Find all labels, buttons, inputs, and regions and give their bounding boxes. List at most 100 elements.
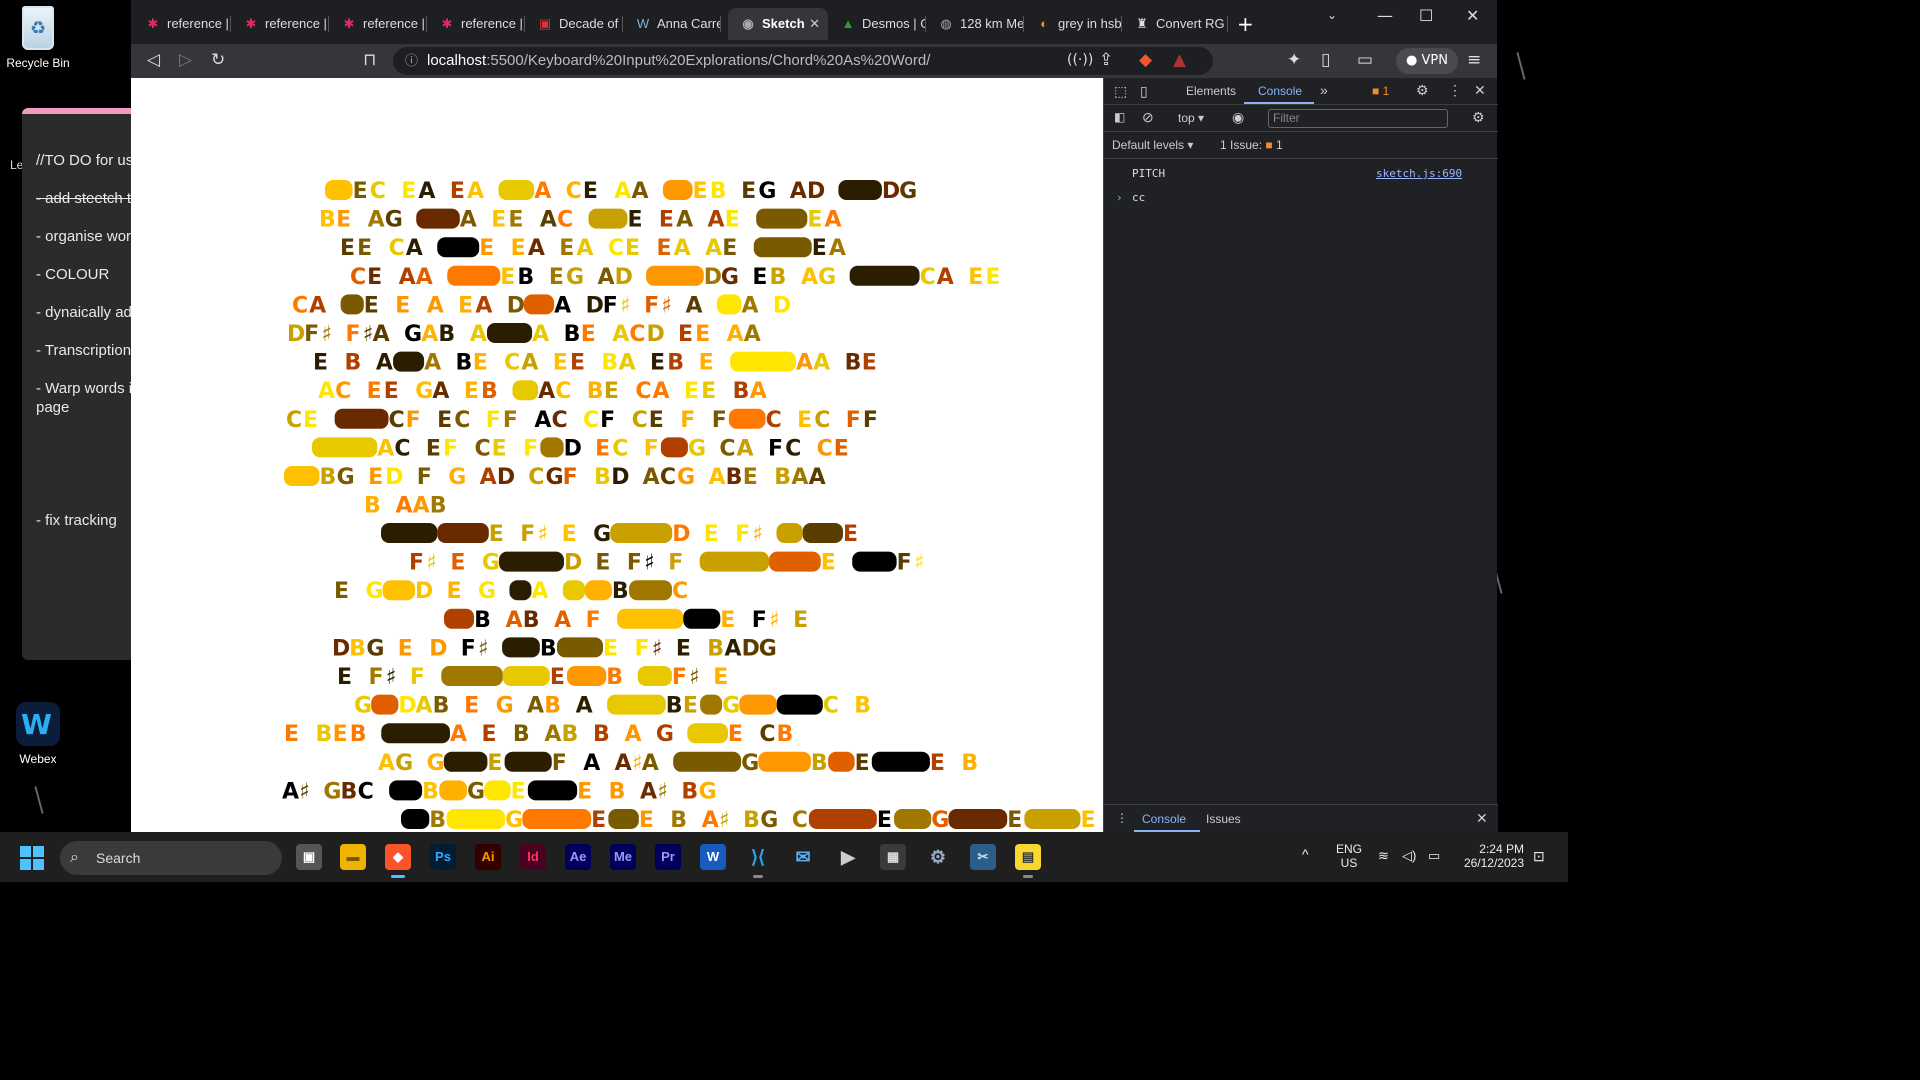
drawer-tab-issues[interactable]: Issues (1206, 812, 1241, 826)
console-log-source-link[interactable]: sketch.js:690 (1376, 167, 1462, 180)
issue-badge[interactable]: ■ 1 (1372, 84, 1389, 98)
browser-tab[interactable]: ▲ Desmos | G (828, 8, 926, 40)
sidebar-toggle-icon[interactable]: ◧ (1114, 110, 1125, 124)
browser-tab[interactable]: ▣ Decade of (525, 8, 623, 40)
console-input[interactable]: cc (1132, 191, 1145, 204)
after-effects-icon[interactable]: Ae (565, 844, 591, 870)
brave-browser-icon[interactable]: ◆ (385, 844, 411, 878)
premiere-pro-icon[interactable]: Pr (655, 844, 681, 870)
chord-letter: E (595, 436, 610, 461)
back-icon[interactable]: ◁ (147, 50, 160, 70)
browser-tab[interactable]: ◐ grey in hsb (1024, 8, 1122, 40)
chord-letter: A (413, 494, 430, 519)
inspect-icon[interactable]: ⬚ (1114, 83, 1127, 100)
browser-tab[interactable]: ✱ reference | (329, 8, 427, 40)
issues-count[interactable]: 1 Issue: ■ 1 (1220, 138, 1283, 152)
forward-icon[interactable]: ▷ (179, 50, 192, 70)
browser-tab[interactable]: ✱ reference | (133, 8, 231, 40)
notifications-icon[interactable]: ⊡ (1533, 848, 1545, 865)
maximize-icon[interactable]: ☐ (1419, 6, 1433, 25)
browser-tab[interactable]: ♜ Convert RG (1122, 8, 1228, 40)
mail-icon[interactable]: ✉ (790, 844, 816, 870)
chord-letter: D (611, 465, 629, 490)
chord-bar (522, 809, 592, 829)
wallet-icon[interactable]: ▭ (1357, 50, 1373, 70)
file-explorer-icon[interactable]: ▬ (340, 844, 366, 870)
media-player-icon[interactable]: ▶ (835, 844, 861, 870)
browser-tab[interactable]: ◍ 128 km Me (926, 8, 1024, 40)
tab-close-icon[interactable]: ✕ (809, 8, 820, 40)
more-options-icon[interactable]: ⋮ (1448, 82, 1462, 99)
chord-letter: E (473, 351, 488, 376)
language-indicator[interactable]: ENG US (1336, 842, 1362, 870)
vscode-icon[interactable]: ⟩⟨ (745, 844, 771, 878)
word-icon[interactable]: W (700, 844, 726, 870)
drawer-menu-icon[interactable]: ⋮ (1116, 811, 1128, 825)
drawer-tab-console[interactable]: Console (1142, 812, 1186, 826)
close-icon[interactable]: ✕ (1466, 6, 1479, 25)
windows-start-icon[interactable] (20, 846, 44, 870)
log-levels-dropdown[interactable]: Default levels ▾ (1112, 138, 1193, 152)
settings-icon[interactable]: ⚙ (925, 844, 951, 870)
chord-letter: F (752, 608, 767, 633)
active-tab-underline (1244, 102, 1314, 104)
clear-console-icon[interactable]: ⊘ (1142, 109, 1154, 126)
close-devtools-icon[interactable]: ✕ (1474, 82, 1486, 99)
task-view-icon[interactable]: ▣ (296, 844, 322, 870)
more-tabs-icon[interactable]: » (1320, 82, 1328, 98)
new-tab-icon[interactable]: + (1237, 12, 1254, 36)
chord-letter: D (704, 265, 722, 290)
brave-shields-icon[interactable]: ◆ (1139, 50, 1152, 70)
tab-console[interactable]: Console (1258, 84, 1302, 98)
reload-icon[interactable]: ↻ (211, 50, 225, 70)
device-toolbar-icon[interactable]: ▯ (1140, 83, 1148, 100)
sticky-note-line: - organise word (36, 228, 134, 245)
close-drawer-icon[interactable]: ✕ (1476, 810, 1488, 827)
vpn-button[interactable]: ● VPN (1396, 48, 1458, 74)
bookmark-icon[interactable]: ⊓ (363, 50, 376, 70)
webex-shortcut[interactable]: W Webex (0, 702, 76, 766)
clock[interactable]: 2:24 PM 26/12/2023 (1460, 842, 1524, 870)
sticky-notes-icon[interactable]: ▤ (1015, 844, 1041, 878)
site-info-icon[interactable]: ⓘ (405, 47, 418, 75)
brave-rewards-icon[interactable]: ▲ (1173, 50, 1186, 70)
tab-search-chevron-icon[interactable]: ⌄ (1327, 8, 1337, 22)
battery-icon[interactable]: ▭ (1428, 848, 1440, 864)
recycle-bin-shortcut[interactable]: Recycle Bin (0, 6, 76, 70)
snipping-tool-icon[interactable]: ✂ (970, 844, 996, 870)
menu-icon[interactable]: ≡ (1467, 50, 1481, 70)
browser-tab[interactable]: W Anna Carre (623, 8, 721, 40)
chord-bar (325, 180, 353, 200)
tray-overflow-chevron-icon[interactable]: ^ (1302, 846, 1309, 862)
console-filter-input[interactable]: Filter (1268, 109, 1448, 128)
photoshop-icon[interactable]: Ps (430, 844, 456, 870)
chord-letter: E (985, 265, 1000, 290)
console-settings-icon[interactable]: ⚙ (1472, 109, 1485, 126)
settings-gear-icon[interactable]: ⚙ (1416, 82, 1429, 99)
sketch-canvas[interactable]: ECEAEAACEAAEBEGADDGBEAGAEEACEEAAEEAEECAE… (131, 78, 1103, 832)
chord-letter: B (344, 351, 361, 376)
tab-elements[interactable]: Elements (1186, 84, 1236, 98)
browser-tab[interactable]: ◉ Sketch ✕ (728, 8, 828, 40)
chord-letter: G (323, 779, 341, 804)
browser-tab[interactable]: ✱ reference | (231, 8, 329, 40)
chord-letter: D (497, 465, 515, 490)
extensions-icon[interactable]: ✦ (1287, 50, 1301, 70)
wifi-icon[interactable]: ≋ (1378, 848, 1389, 864)
cast-icon[interactable]: ((·)) (1067, 52, 1093, 68)
calculator-icon[interactable]: ▦ (880, 844, 906, 870)
taskbar-search[interactable]: ⌕ Search (60, 841, 282, 875)
context-selector[interactable]: top ▾ (1178, 111, 1204, 125)
chord-word-visualization[interactable]: E C E A E A A C E A A E B E G A D DGB E A G A E E A C E E A A E E AE E C A E… (131, 78, 1103, 832)
sticky-note[interactable]: //TO DO for us - add steetch te - organise… (22, 108, 134, 660)
media-encoder-icon[interactable]: Me (610, 844, 636, 870)
share-icon[interactable]: ⇪ (1099, 50, 1113, 70)
volume-icon[interactable]: ◁) (1402, 848, 1416, 864)
indesign-icon[interactable]: Id (520, 844, 546, 870)
minimize-icon[interactable]: — (1377, 6, 1393, 25)
browser-tab[interactable]: ✱ reference | (427, 8, 525, 40)
chord-letter: A (685, 293, 702, 318)
illustrator-icon[interactable]: Ai (475, 844, 501, 870)
sidebar-icon[interactable]: ▯ (1321, 50, 1330, 70)
live-expression-eye-icon[interactable]: ◉ (1232, 109, 1244, 126)
